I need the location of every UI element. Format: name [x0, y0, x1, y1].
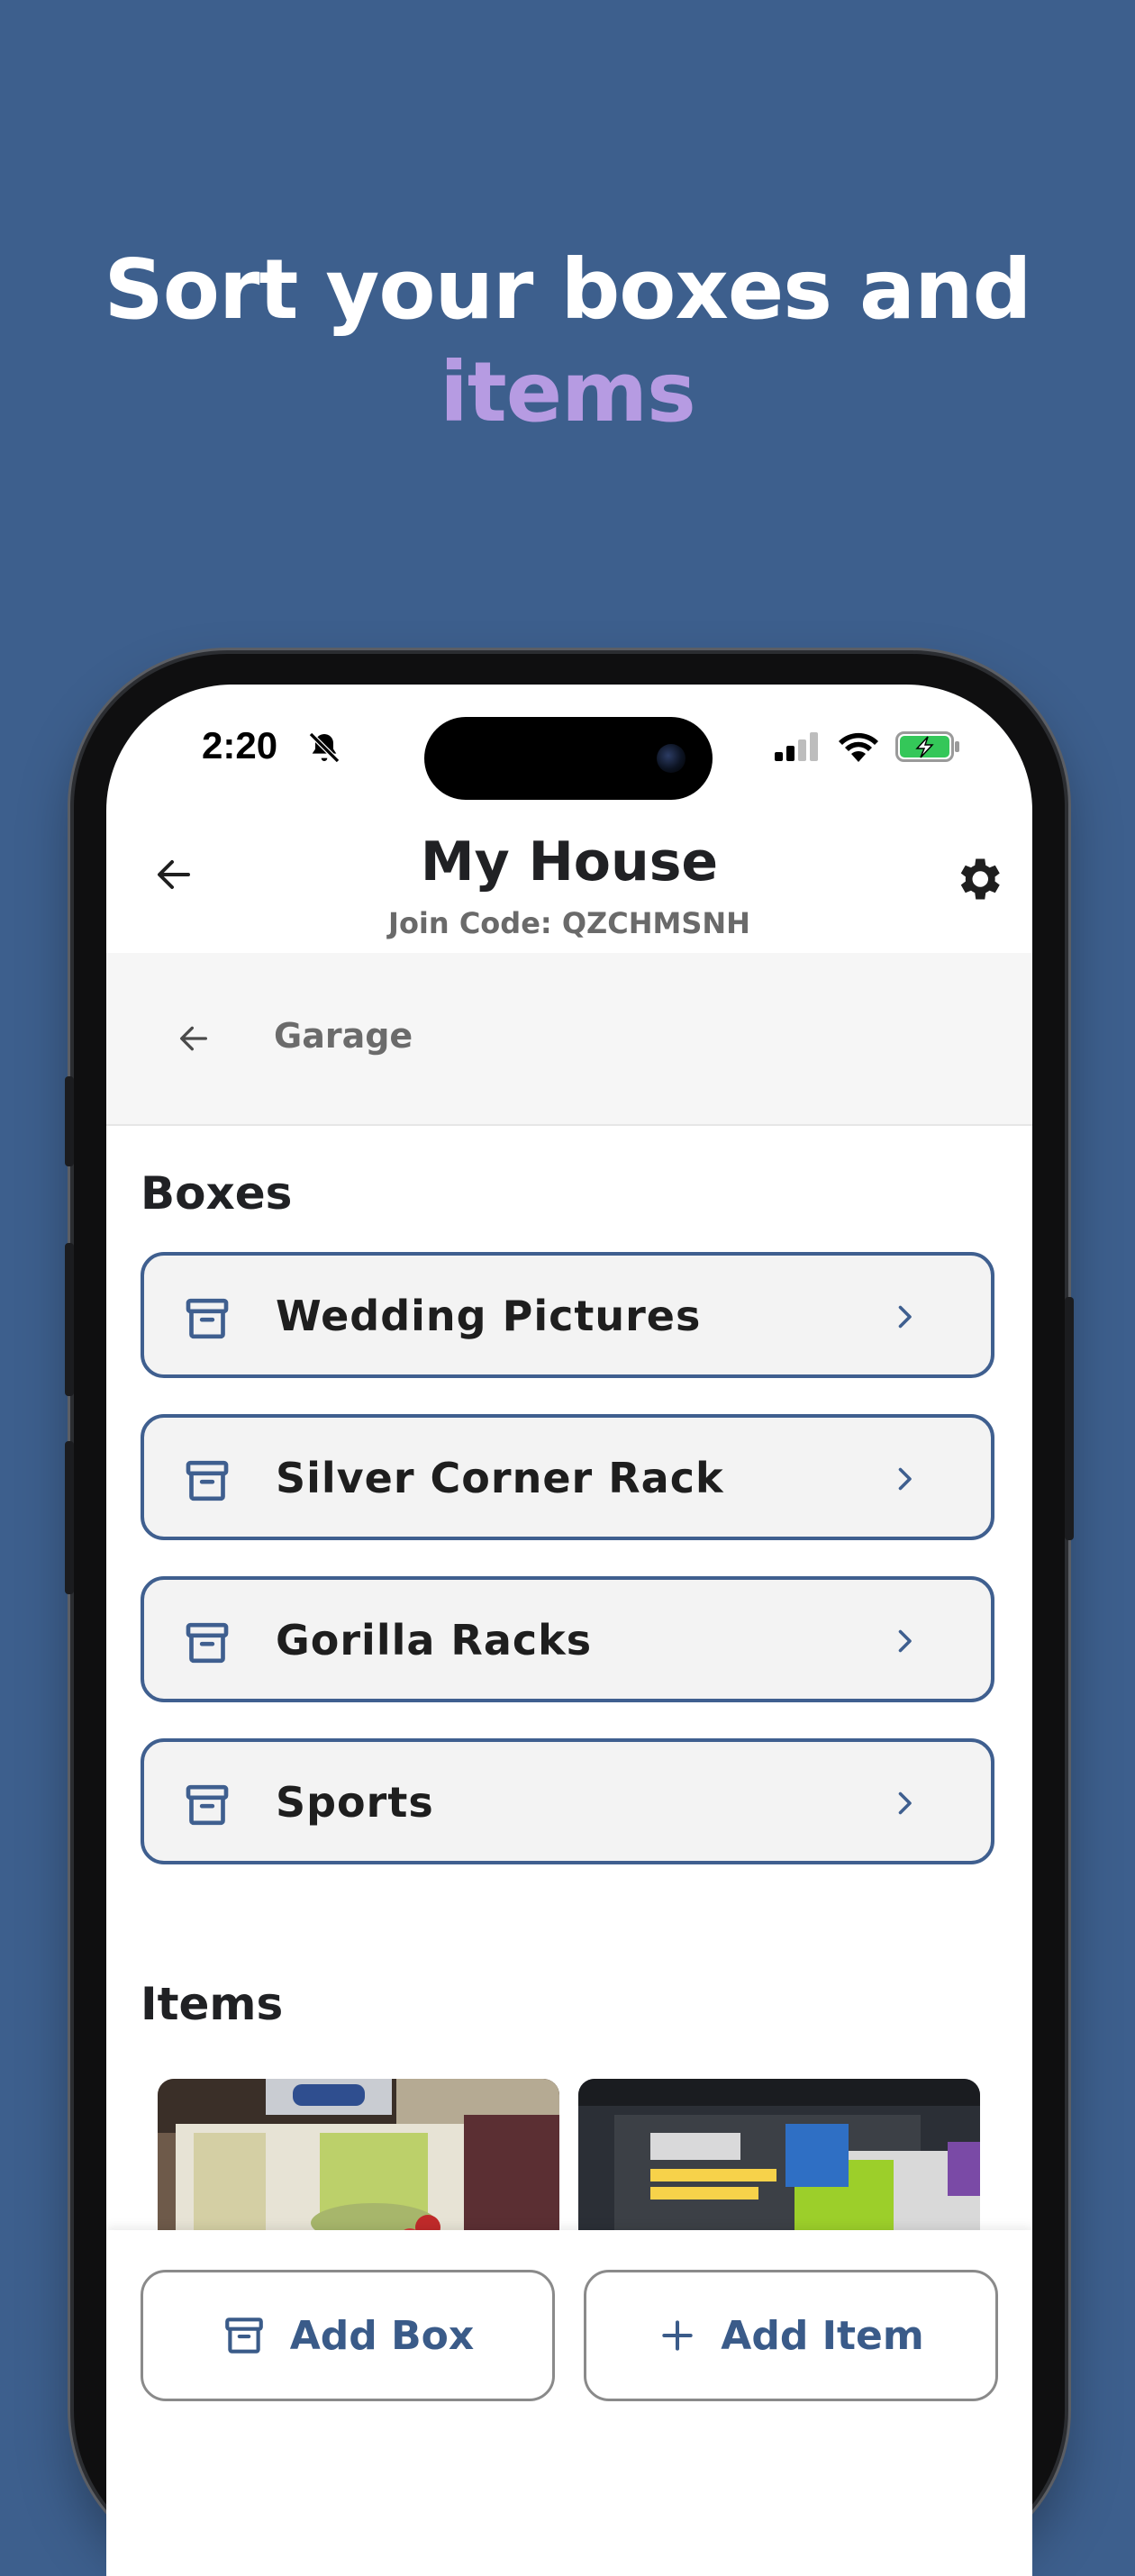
breadcrumb-back-button[interactable] — [169, 1014, 218, 1063]
dynamic-island — [424, 717, 713, 800]
camera-icon — [657, 744, 686, 773]
phone-power-button — [1065, 1297, 1074, 1540]
chevron-right-icon — [898, 1791, 912, 1815]
items-section-title: Items — [141, 1978, 284, 2030]
status-time: 2:20 — [202, 724, 278, 766]
phone-volume-up — [65, 1243, 74, 1396]
bell-off-icon — [308, 731, 340, 764]
headline: Sort your boxes and items — [0, 239, 1135, 444]
chevron-right-icon — [898, 1305, 912, 1329]
add-item-button[interactable]: Add Item — [584, 2270, 998, 2401]
join-code: Join Code: QZCHMSNH — [388, 906, 750, 940]
plus-icon — [662, 2320, 693, 2351]
box-item-gorilla-racks[interactable]: Gorilla Racks — [141, 1576, 994, 1702]
phone-screen: 2:20 My House Join Code: QZCHMSNH Garage… — [106, 685, 1032, 2576]
status-icons — [775, 731, 960, 762]
phone-side-button — [65, 1076, 74, 1166]
archive-box-icon — [186, 1784, 229, 1826]
breadcrumb-label: Garage — [274, 1016, 413, 1056]
archive-box-icon — [186, 1460, 229, 1501]
archive-box-icon — [224, 2317, 263, 2354]
archive-box-icon — [186, 1298, 229, 1339]
breadcrumb: Garage — [106, 953, 1032, 1126]
box-item-label: Wedding Pictures — [276, 1292, 702, 1340]
box-item-label: Silver Corner Rack — [276, 1454, 724, 1502]
boxes-section-title: Boxes — [141, 1167, 293, 1220]
wifi-icon — [839, 732, 878, 762]
box-item-wedding-pictures[interactable]: Wedding Pictures — [141, 1252, 994, 1378]
add-box-label: Add Box — [289, 2312, 475, 2359]
box-item-sports[interactable]: Sports — [141, 1738, 994, 1864]
battery-charging-icon — [895, 731, 959, 762]
page-title: My House — [420, 830, 719, 893]
cellular-signal-icon — [775, 732, 818, 761]
gear-icon[interactable] — [951, 852, 1005, 906]
box-item-silver-corner-rack[interactable]: Silver Corner Rack — [141, 1414, 994, 1540]
phone-volume-down — [65, 1441, 74, 1594]
chevron-right-icon — [898, 1467, 912, 1491]
add-item-label: Add Item — [721, 2312, 924, 2359]
box-item-label: Sports — [276, 1778, 434, 1827]
arrow-left-icon — [180, 1026, 207, 1051]
headline-accent: items — [440, 344, 696, 440]
headline-line-1: Sort your boxes and — [104, 241, 1032, 338]
box-item-label: Gorilla Racks — [276, 1616, 593, 1664]
archive-box-icon — [186, 1622, 229, 1664]
add-box-button[interactable]: Add Box — [141, 2270, 555, 2401]
chevron-right-icon — [898, 1629, 912, 1653]
